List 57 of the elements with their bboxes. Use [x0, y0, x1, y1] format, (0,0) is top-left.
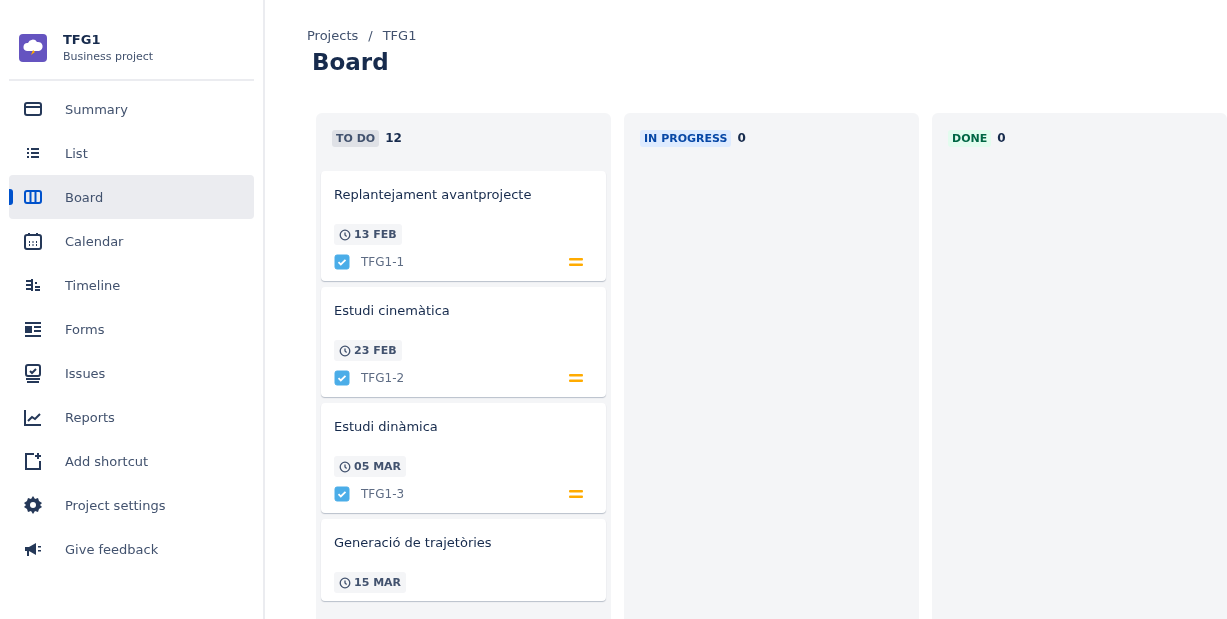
form-icon	[23, 319, 43, 339]
monitor-icon	[23, 363, 43, 383]
sidebar-item[interactable]: Give feedback	[9, 527, 254, 571]
issue-count: 12	[385, 131, 402, 145]
breadcrumb-link[interactable]: TFG1	[382, 28, 417, 43]
clock-icon	[339, 228, 351, 241]
issue-title: Generació de trajetòries	[334, 535, 493, 550]
medium-priority-icon	[569, 373, 583, 383]
breadcrumb-link[interactable]: Projects	[307, 28, 359, 43]
issue-card[interactable]: Generació de trajetòries 15 MAR	[321, 519, 606, 601]
checkbox[interactable]	[334, 370, 350, 386]
page-title: Board	[312, 49, 390, 75]
project-name: TFG1	[63, 32, 102, 47]
sidebar-item[interactable]: Forms	[9, 307, 254, 351]
issue-card[interactable]: Estudi cinemàtica 23 FEB TFG1-2	[321, 287, 606, 397]
due-date-text: 13 FEB	[354, 228, 397, 241]
panel-icon	[23, 99, 43, 119]
chart-icon	[23, 407, 43, 427]
status-label: TO DO	[332, 129, 380, 147]
issue-card[interactable]: Replantejament avantprojecte 13 FEB TFG1-1	[321, 171, 606, 281]
due-date-text: 15 MAR	[354, 576, 402, 589]
clock-icon	[339, 344, 351, 357]
status-label: IN PROGRESS	[640, 129, 732, 147]
project-type: Business project	[63, 50, 154, 63]
issue-card[interactable]: Estudi dinàmica 05 MAR TFG1-3	[321, 403, 606, 513]
board-icon	[23, 187, 43, 207]
sidebar-item[interactable]: Issues	[9, 351, 254, 395]
project-logo	[19, 33, 47, 62]
sidebar-item[interactable]: Calendar	[9, 219, 254, 263]
due-date-text: 23 FEB	[354, 344, 397, 357]
issue-key[interactable]: TFG1-2	[361, 371, 558, 385]
issue-key[interactable]: TFG1-1	[361, 255, 558, 269]
sidebar-item[interactable]: Reports	[9, 395, 254, 439]
issue-title: Replantejament avantprojecte	[334, 187, 533, 202]
calendar-icon	[23, 231, 43, 251]
issue-key[interactable]: TFG1-3	[361, 487, 558, 501]
add-icon	[23, 451, 43, 471]
sidebar-item[interactable]: Timeline	[9, 263, 254, 307]
gear-icon	[23, 495, 43, 515]
issue-title: Estudi dinàmica	[334, 419, 439, 434]
issue-title: Estudi cinemàtica	[334, 303, 451, 318]
issue-count: 0	[997, 131, 1006, 145]
checkbox[interactable]	[334, 254, 350, 270]
checkbox[interactable]	[334, 486, 350, 502]
sidebar-item[interactable]: Project settings	[9, 483, 254, 527]
status-label: DONE	[948, 129, 992, 147]
medium-priority-icon	[569, 257, 583, 267]
medium-priority-icon	[569, 489, 583, 499]
issue-count: 0	[737, 131, 746, 145]
breadcrumb-separator: /	[368, 28, 373, 43]
clock-icon	[339, 576, 351, 589]
sidebar-item[interactable]: Add shortcut	[9, 439, 254, 483]
sidebar-item[interactable]: Board	[9, 175, 254, 219]
due-date-text: 05 MAR	[354, 460, 402, 473]
sidebar-item[interactable]: List	[9, 131, 254, 175]
clock-icon	[339, 460, 351, 473]
sidebar-item[interactable]: Summary	[9, 87, 254, 131]
